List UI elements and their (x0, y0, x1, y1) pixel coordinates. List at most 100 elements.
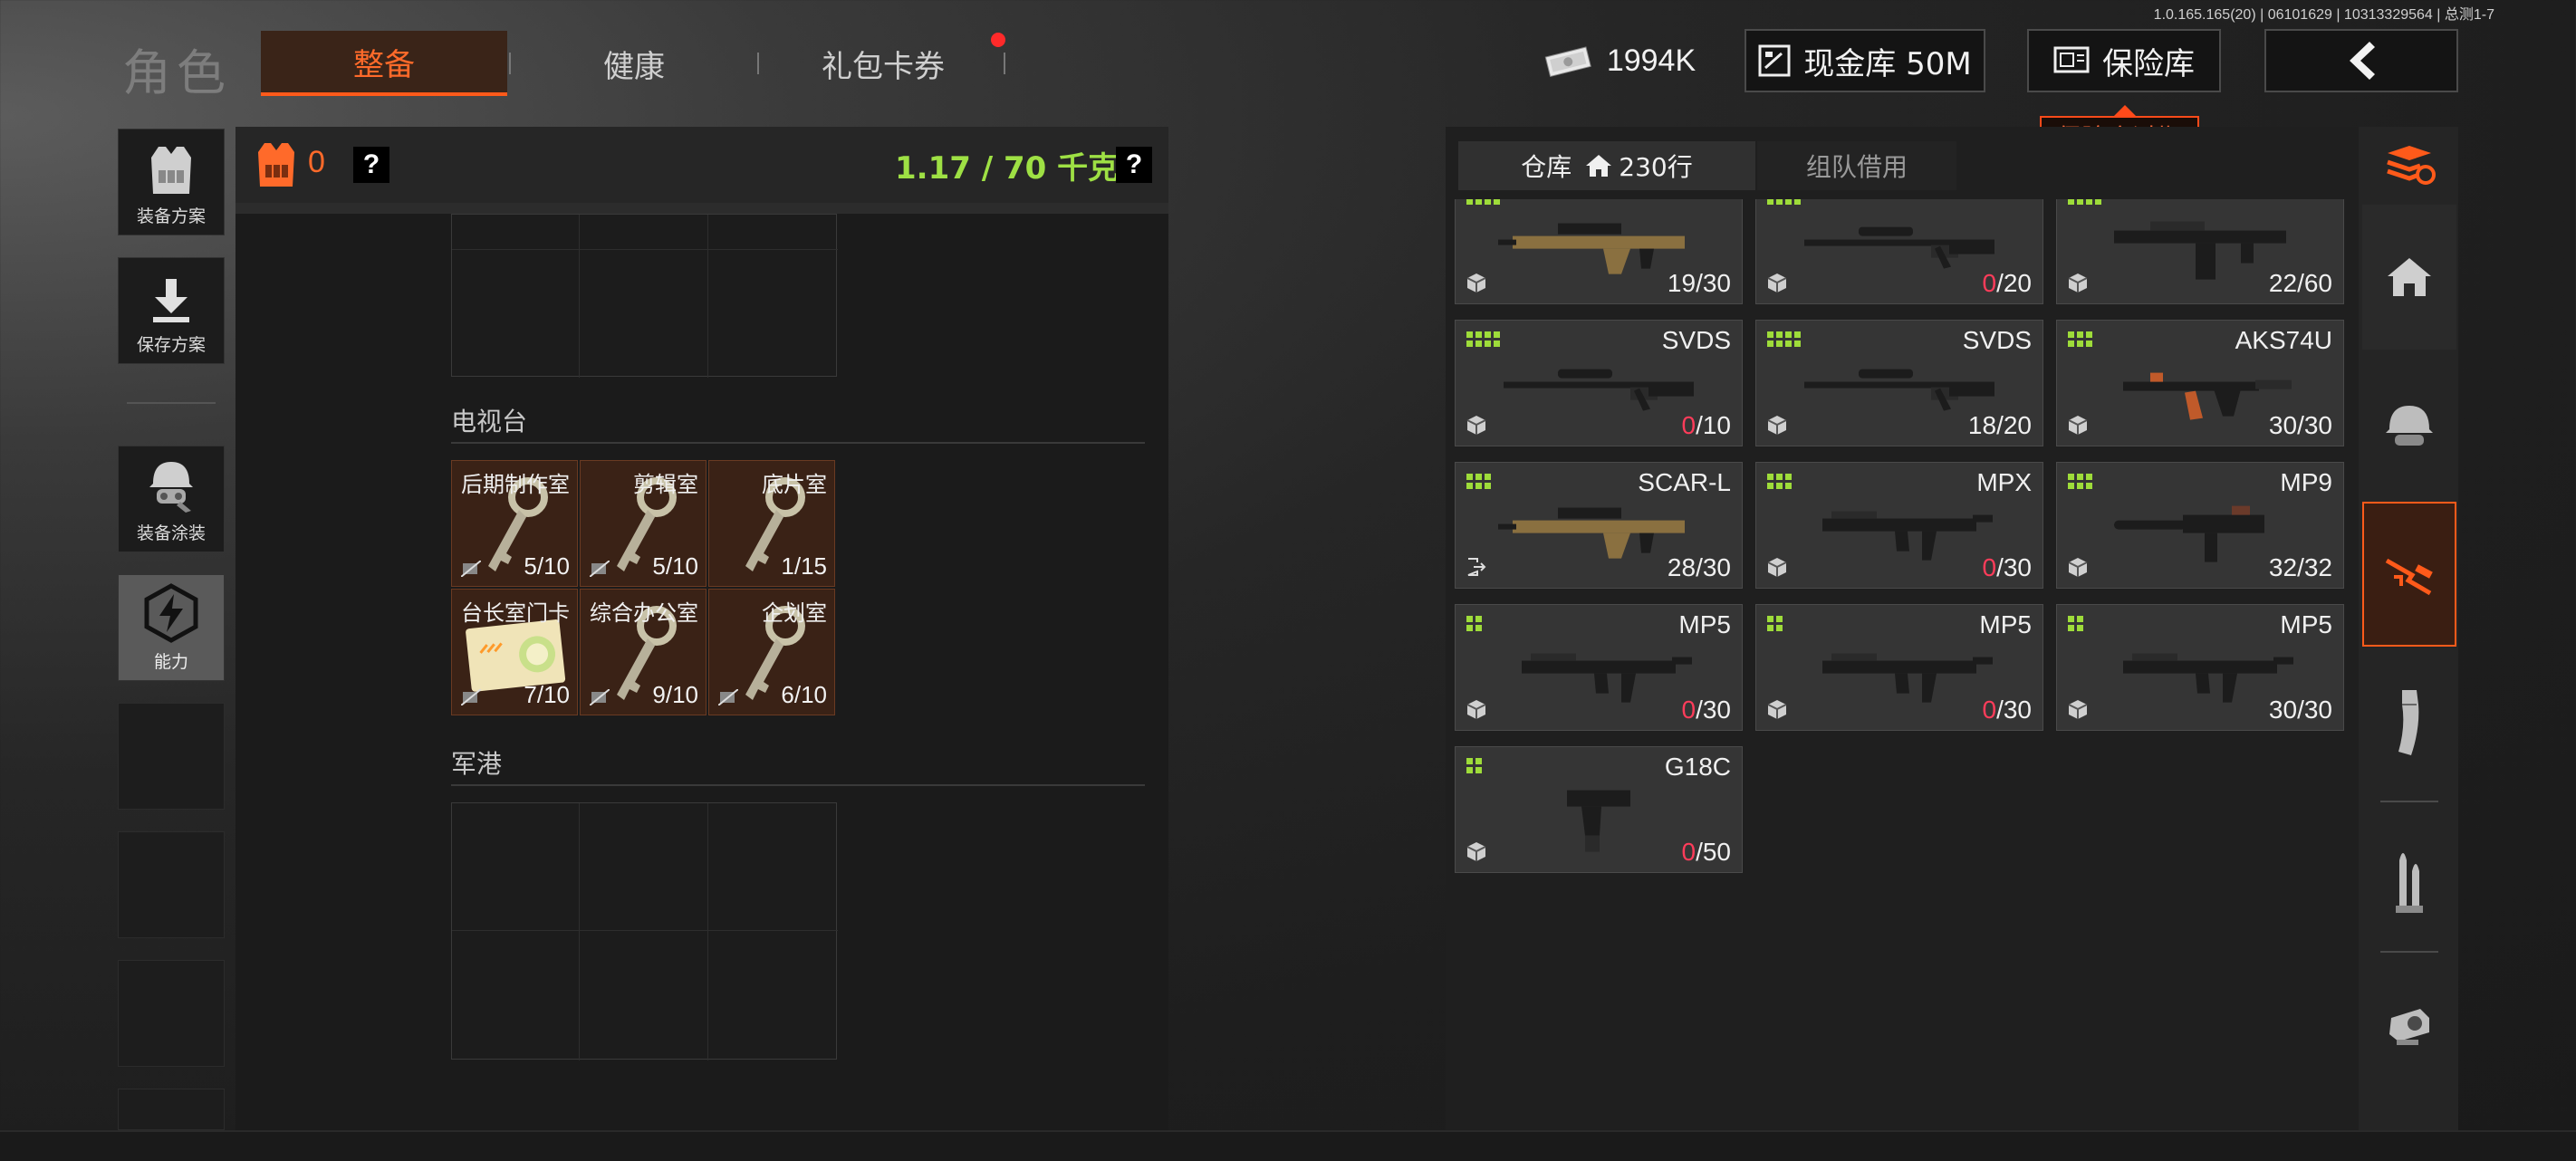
ammo-max: 32 (2303, 553, 2332, 581)
empty-slot (118, 831, 225, 938)
weapon-card[interactable]: MP9 32/32 (2056, 462, 2344, 589)
ammo-current: 28 (1667, 553, 1697, 581)
chevron-left-icon (2350, 42, 2375, 80)
weapon-ammo: 0/50 (1681, 838, 1731, 866)
tab-divider (757, 53, 759, 74)
rail-magazine[interactable] (2362, 650, 2456, 795)
helmet-icon (149, 462, 193, 513)
rarity-indicator (2068, 331, 2092, 347)
keycard-item[interactable]: 台长室门卡 7/10 (451, 589, 578, 715)
weapon-card[interactable]: SVDS 18/20 (1755, 320, 2043, 446)
helmet-icon (2386, 406, 2433, 446)
key-item[interactable]: 企划室 6/10 (708, 589, 835, 715)
weapon-card[interactable]: MP5 0/30 (1755, 604, 2043, 731)
safe-box-label: 保险库 (2102, 45, 2195, 82)
weapon-card[interactable]: 22/60 (2056, 199, 2344, 304)
key-item[interactable]: 剪辑室 5/10 (580, 460, 706, 587)
weapon-card[interactable]: G18C 0/50 (1455, 746, 1743, 873)
key-item[interactable]: 底片室 1/15 (708, 460, 835, 587)
scope-icon (2389, 1009, 2429, 1045)
weapon-ammo: 22/60 (2268, 269, 2332, 297)
tab-team-borrow[interactable]: 组队借用 (1757, 141, 1956, 190)
rail-scope[interactable] (2362, 953, 2456, 1098)
weapon-ammo: 0/10 (1681, 411, 1731, 439)
box-icon (1466, 416, 1486, 435)
weapon-card[interactable]: 0/20 (1755, 199, 2043, 304)
sidebar-item-label: 保存方案 (136, 335, 206, 355)
box-icon (2068, 273, 2088, 293)
weapon-card[interactable]: SCAR-L 28/30 (1455, 462, 1743, 589)
cash-vault-label: 现金库 50M (1803, 45, 1972, 82)
tab-label: 仓库 (1521, 152, 1572, 182)
empty-slot (118, 960, 225, 1067)
key-uses: 5/10 (652, 552, 698, 580)
ammo-max: 30 (2303, 411, 2332, 439)
weapon-ammo: 30/30 (2268, 411, 2332, 439)
ammo-current: 22 (2268, 269, 2298, 297)
keycard-uses: 7/10 (524, 681, 570, 708)
box-icon (1466, 700, 1486, 719)
cash-vault-button[interactable]: 现金库 50M (1745, 29, 1985, 92)
weapon-ammo: 30/30 (2268, 696, 2332, 724)
sidebar-item-gear-skins[interactable]: 装备涂装 (118, 446, 225, 552)
ammo-current: 0 (1982, 269, 1997, 297)
back-button[interactable] (2264, 29, 2458, 92)
sidebar-divider (127, 402, 216, 404)
rarity-indicator (1466, 616, 1482, 631)
weapon-card[interactable]: MPX 0/30 (1755, 462, 2043, 589)
rarity-indicator (1466, 758, 1482, 773)
weapon-card[interactable]: MP5 30/30 (2056, 604, 2344, 731)
empty-slot (118, 703, 225, 810)
sidebar-item-save-plan[interactable]: 保存方案 (118, 257, 225, 364)
rarity-indicator (1767, 331, 1801, 347)
box-icon (1767, 558, 1787, 577)
sidebar-item-label: 能力 (153, 652, 188, 672)
key-item[interactable]: 后期制作室 5/10 (451, 460, 578, 587)
exit-icon (1467, 558, 1486, 576)
warehouse-rows: 230行 (1619, 152, 1693, 182)
carry-weight: 1.17 / 70 千克 (895, 150, 1120, 187)
ammo-current: 0 (1681, 411, 1697, 439)
rail-home[interactable] (2362, 205, 2456, 350)
ammo-max: 30 (1702, 269, 1731, 297)
weapon-card[interactable]: MP5 0/30 (1455, 604, 1743, 731)
rail-helmet[interactable] (2362, 353, 2456, 498)
ammo-current: 19 (1667, 269, 1697, 297)
weapon-category-icon (2385, 558, 2433, 596)
weapon-ammo: 18/20 (1967, 411, 2032, 439)
section-title: 电视台 (451, 407, 528, 437)
key-uses: 6/10 (781, 681, 827, 708)
ammo-max: 20 (2003, 269, 2032, 297)
tab-gear[interactable]: 整备 (261, 31, 507, 96)
box-icon (2068, 558, 2088, 577)
bottom-bar (0, 1130, 2576, 1161)
weight-help-button[interactable]: ? (1116, 147, 1152, 183)
tab-gift-vouchers[interactable]: 礼包卡券 (761, 31, 1005, 96)
no-insure-icon (590, 561, 610, 577)
weapon-card[interactable]: AKS74U 30/30 (2056, 320, 2344, 446)
rail-weapon-category[interactable] (2362, 502, 2456, 647)
rarity-indicator (1767, 474, 1792, 489)
ammo-current: 0 (1681, 838, 1697, 866)
weapon-card[interactable]: SVDS 0/10 (1455, 320, 1743, 446)
rail-ammo[interactable] (2362, 806, 2456, 951)
ammo-icon (2396, 853, 2423, 913)
sidebar-item-label: 装备涂装 (136, 523, 206, 543)
tab-warehouse[interactable]: 仓库 230行 (1458, 141, 1755, 190)
weapon-ammo: 28/30 (1667, 553, 1731, 581)
box-icon (2068, 416, 2088, 435)
rarity-indicator (1767, 616, 1783, 631)
safe-box-button[interactable]: 保险库 (2027, 29, 2221, 92)
smg-weapon-icon (1522, 653, 1692, 703)
sort-icon (2387, 146, 2436, 185)
sidebar-item-loadout-plan[interactable]: 装备方案 (118, 129, 225, 235)
ammo-current: 18 (1967, 411, 1997, 439)
armor-help-button[interactable]: ? (353, 147, 389, 183)
safe-icon (2053, 46, 2090, 73)
tab-health[interactable]: 健康 (516, 31, 752, 96)
weapon-card[interactable]: 19/30 (1455, 199, 1743, 304)
key-item[interactable]: 综合办公室 9/10 (580, 589, 706, 715)
money-value: 1994K (1606, 43, 1697, 78)
sidebar-item-ability[interactable]: 能力 (118, 574, 225, 681)
container-grid (451, 802, 838, 1060)
